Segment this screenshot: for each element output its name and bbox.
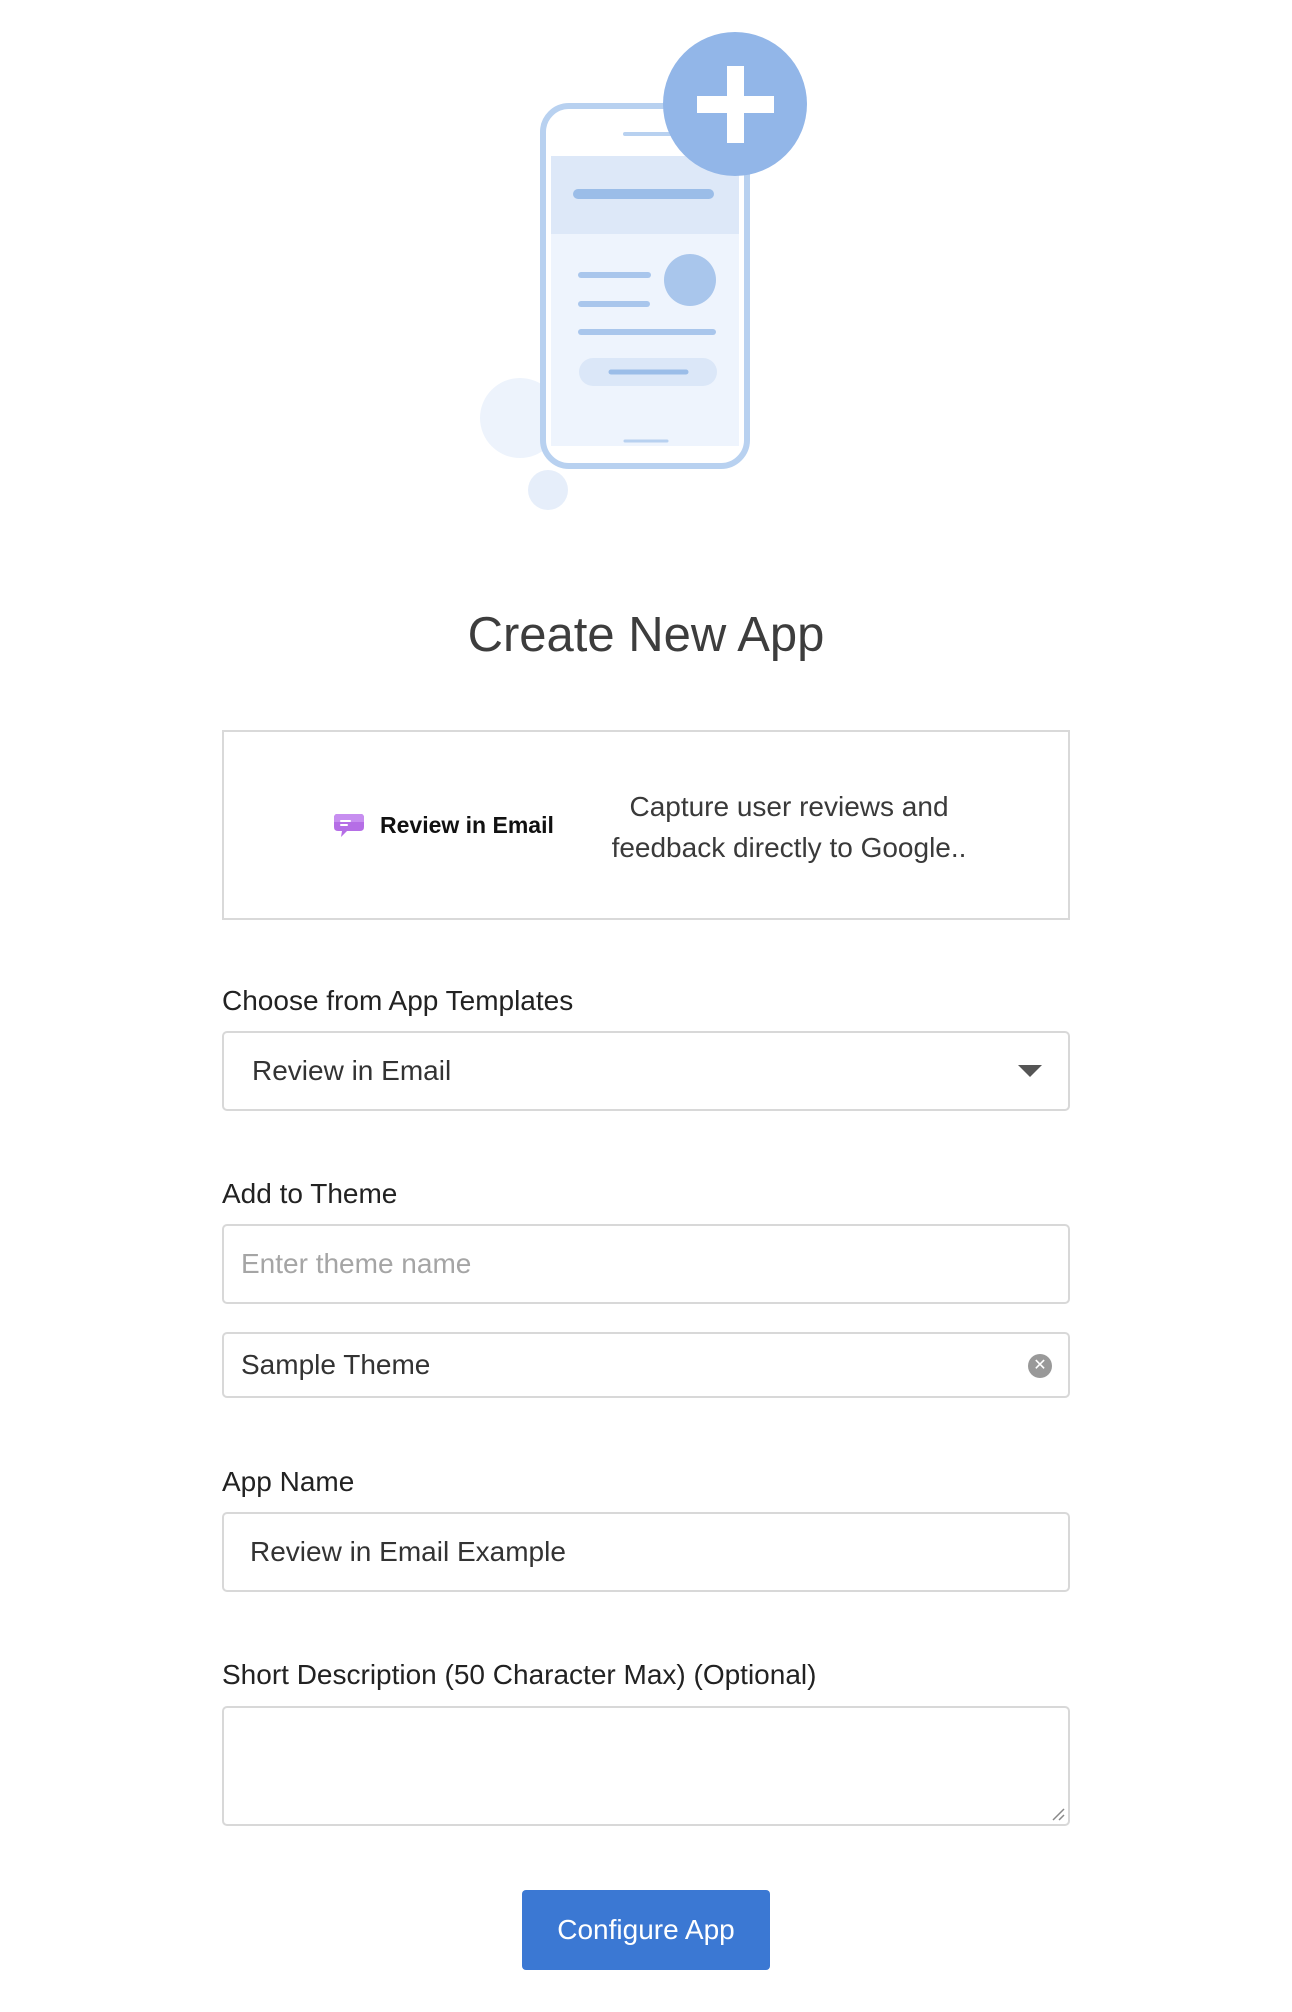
resize-grip-icon[interactable]: [1051, 1807, 1065, 1821]
short-description-textarea[interactable]: [224, 1708, 1068, 1824]
template-select[interactable]: Review in Email: [222, 1031, 1070, 1111]
template-description: Capture user reviews and feedback direct…: [611, 791, 967, 863]
theme-name-input[interactable]: [224, 1226, 1068, 1302]
theme-name-field[interactable]: [222, 1224, 1070, 1304]
caret-down-icon[interactable]: [1018, 1065, 1042, 1077]
short-description-label: Short Description (50 Character Max) (Op…: [222, 1659, 817, 1690]
decor-bubble-small: [528, 470, 568, 510]
clear-icon[interactable]: ✕: [1028, 1354, 1052, 1378]
configure-app-button[interactable]: Configure App: [522, 1890, 770, 1970]
template-select-label: Choose from App Templates: [222, 985, 574, 1016]
page-title: Create New App: [467, 608, 825, 662]
short-description-field[interactable]: [222, 1706, 1070, 1826]
template-select-value: Review in Email: [252, 1055, 452, 1086]
app-name-field[interactable]: [222, 1512, 1070, 1592]
phone-with-plus-illustration: [480, 32, 807, 510]
chat-bubble-icon: [334, 814, 364, 837]
app-name-label: App Name: [222, 1466, 355, 1497]
app-name-input[interactable]: [224, 1514, 1068, 1590]
selected-template-card: Review in Email Capture user reviews and…: [222, 730, 1070, 920]
template-name: Review in Email: [380, 812, 554, 838]
selected-theme-name: Sample Theme: [241, 1349, 431, 1380]
selected-theme-chip: Sample Theme ✕: [222, 1332, 1070, 1398]
theme-label: Add to Theme: [222, 1178, 398, 1209]
